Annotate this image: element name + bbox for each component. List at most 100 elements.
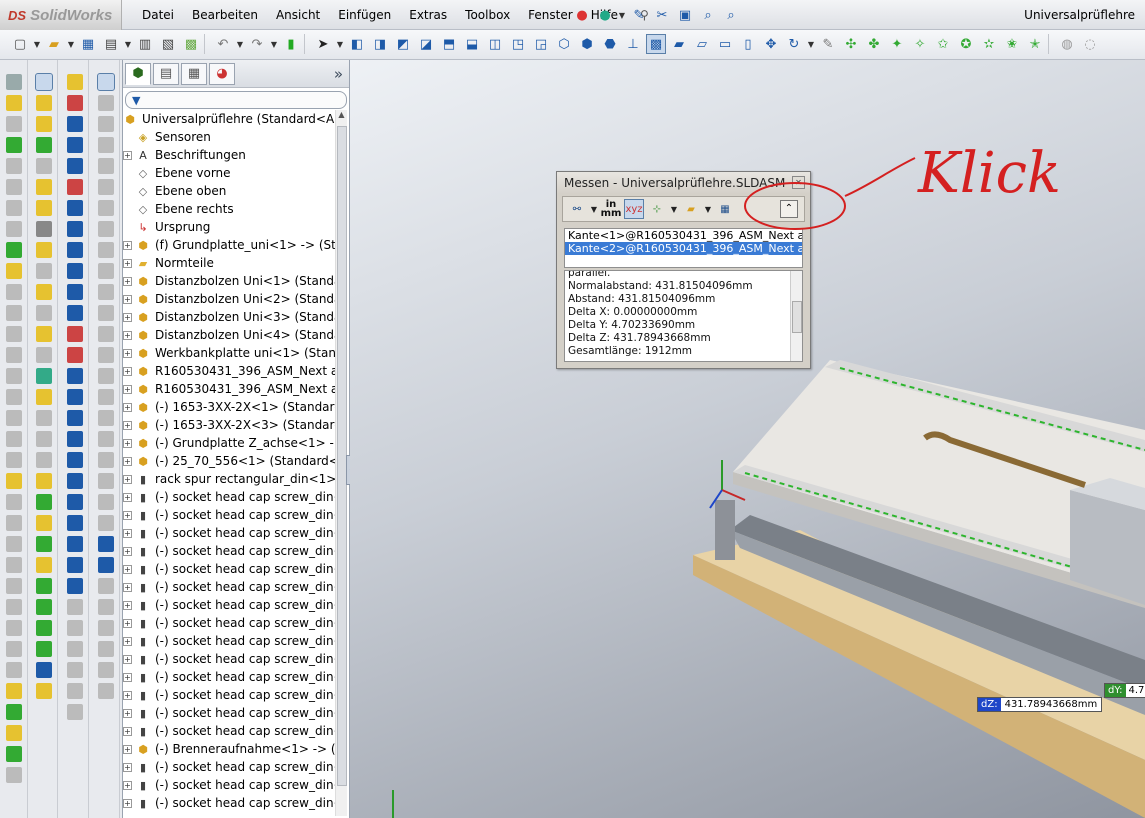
tool-icon[interactable]	[5, 683, 22, 699]
zoom-icon[interactable]: ⌕	[698, 5, 718, 25]
save-sensor-icon[interactable]: ▦	[715, 199, 735, 219]
tool-icon[interactable]	[5, 263, 22, 279]
zoom-area-icon[interactable]: ⌕	[721, 5, 741, 25]
tool-icon[interactable]	[5, 242, 22, 258]
tool-icon[interactable]	[97, 578, 114, 594]
hidden-lines-icon[interactable]: ▱	[692, 34, 712, 54]
expand-icon[interactable]: +	[123, 312, 132, 322]
save-icon[interactable]: ▦	[78, 34, 98, 54]
expand-icon[interactable]: +	[123, 672, 132, 682]
perspective-icon[interactable]: ▯	[738, 34, 758, 54]
solidworks-logo[interactable]: DS SolidWorks	[0, 0, 122, 30]
hidden-tool-icon[interactable]: ◌	[1080, 34, 1100, 54]
tree-item[interactable]: + ⬢ R160530431_396_ASM_Next assen	[123, 380, 337, 398]
tool-icon[interactable]	[35, 473, 52, 489]
tool-icon[interactable]	[66, 599, 83, 615]
coordinate-system-icon[interactable]: ▰	[681, 199, 701, 219]
view-trimetric-icon[interactable]: ◳	[508, 34, 528, 54]
tool-icon[interactable]	[35, 347, 52, 363]
expand-icon[interactable]: +	[123, 510, 132, 520]
tool-icon[interactable]	[35, 200, 52, 216]
tool-icon[interactable]	[35, 557, 52, 573]
tool-icon[interactable]	[66, 473, 83, 489]
expand-icon[interactable]: +	[123, 798, 132, 808]
tree-item[interactable]: ◈ Sensoren	[123, 128, 337, 146]
tool-icon[interactable]	[35, 284, 52, 300]
hidden-tool-icon[interactable]: ◍	[1057, 34, 1077, 54]
insert-component-icon[interactable]: ✭	[1025, 34, 1045, 54]
tool-icon[interactable]	[66, 536, 83, 552]
section-view-icon[interactable]: ⊥	[623, 34, 643, 54]
expand-icon[interactable]: +	[123, 762, 132, 772]
chevron-down-icon[interactable]: ▼	[270, 34, 278, 54]
tool-icon[interactable]	[97, 242, 114, 258]
tool-icon[interactable]	[66, 557, 83, 573]
tool-icon[interactable]	[66, 221, 83, 237]
tree-item[interactable]: + ▮ (-) socket head cap screw_din<7	[123, 596, 337, 614]
tool-icon[interactable]	[97, 599, 114, 615]
tool-icon[interactable]	[5, 557, 22, 573]
tool-icon[interactable]	[35, 620, 52, 636]
shaded-with-edges-icon[interactable]: ▩	[646, 34, 666, 54]
shaded-icon[interactable]: ▰	[669, 34, 689, 54]
expand-icon[interactable]: +	[123, 402, 132, 412]
tool-icon[interactable]	[5, 452, 22, 468]
tool-icon[interactable]	[5, 599, 22, 615]
tool-icon[interactable]	[5, 116, 22, 132]
tool-icon[interactable]	[66, 200, 83, 216]
tab-display-manager[interactable]: ◕	[209, 62, 235, 85]
print-preview-icon[interactable]: ▥	[135, 34, 155, 54]
arc-circle-measure-icon[interactable]: ⚯	[567, 199, 587, 219]
tool-icon[interactable]	[97, 515, 114, 531]
tool-icon[interactable]	[66, 683, 83, 699]
tree-item[interactable]: + ⬢ (-) 1653-3XX-2X<3> (Standard<	[123, 416, 337, 434]
tool-icon[interactable]	[35, 242, 52, 258]
tool-icon[interactable]	[97, 662, 114, 678]
tool-icon[interactable]	[66, 179, 83, 195]
tool-icon[interactable]	[5, 704, 22, 720]
options-icon[interactable]: ▩	[181, 34, 201, 54]
scene-icon[interactable]: ●	[595, 5, 615, 25]
tool-icon[interactable]	[5, 221, 22, 237]
tool-icon[interactable]	[35, 137, 52, 153]
chevron-down-icon[interactable]: ▼	[336, 34, 344, 54]
expand-icon[interactable]: +	[123, 582, 132, 592]
expand-icon[interactable]: +	[123, 366, 132, 376]
tree-item[interactable]: + ⬢ (-) 1653-3XX-2X<1> (Standard<	[123, 398, 337, 416]
tool-icon[interactable]	[66, 704, 83, 720]
tool-icon[interactable]	[35, 515, 52, 531]
measure-icon[interactable]: ✂	[652, 5, 672, 25]
tool-icon[interactable]	[5, 284, 22, 300]
expand-icon[interactable]: +	[123, 150, 132, 160]
tool-icon[interactable]	[66, 431, 83, 447]
assembly-feature-icon[interactable]: ✫	[979, 34, 999, 54]
menu-toolbox[interactable]: Toolbox	[456, 8, 519, 22]
expand-icon[interactable]: +	[123, 564, 132, 574]
tool-icon[interactable]	[66, 326, 83, 342]
chevron-down-icon[interactable]: ▼	[590, 199, 598, 219]
selection-list[interactable]: Kante<1>@R160530431_396_ASM_Next assem K…	[564, 228, 803, 268]
expand-icon[interactable]: +	[123, 438, 132, 448]
rotate-icon[interactable]: ↻	[784, 34, 804, 54]
tool-icon[interactable]	[66, 242, 83, 258]
explode-icon[interactable]: ✩	[933, 34, 953, 54]
tool-icon[interactable]	[35, 599, 52, 615]
tool-icon[interactable]	[66, 158, 83, 174]
tree-item[interactable]: ◇ Ebene oben	[123, 182, 337, 200]
tool-icon[interactable]	[66, 263, 83, 279]
chevron-down-icon[interactable]: ▼	[67, 34, 75, 54]
interference-icon[interactable]: ✪	[956, 34, 976, 54]
view-dimetric-icon[interactable]: ◲	[531, 34, 551, 54]
tree-item[interactable]: ◇ Ebene vorne	[123, 164, 337, 182]
tool-icon[interactable]	[35, 326, 52, 342]
tool-icon[interactable]	[35, 536, 52, 552]
scroll-thumb[interactable]	[792, 301, 802, 333]
expand-icon[interactable]: +	[123, 330, 132, 340]
tree-item[interactable]: + ▮ (-) socket head cap screw_din<5	[123, 560, 337, 578]
chevron-down-icon[interactable]: ▼	[618, 5, 626, 25]
tool-icon[interactable]	[66, 284, 83, 300]
expand-icon[interactable]: +	[123, 456, 132, 466]
expand-icon[interactable]: +	[123, 420, 132, 430]
tool-icon[interactable]	[97, 494, 114, 510]
tool-icon[interactable]	[97, 179, 114, 195]
